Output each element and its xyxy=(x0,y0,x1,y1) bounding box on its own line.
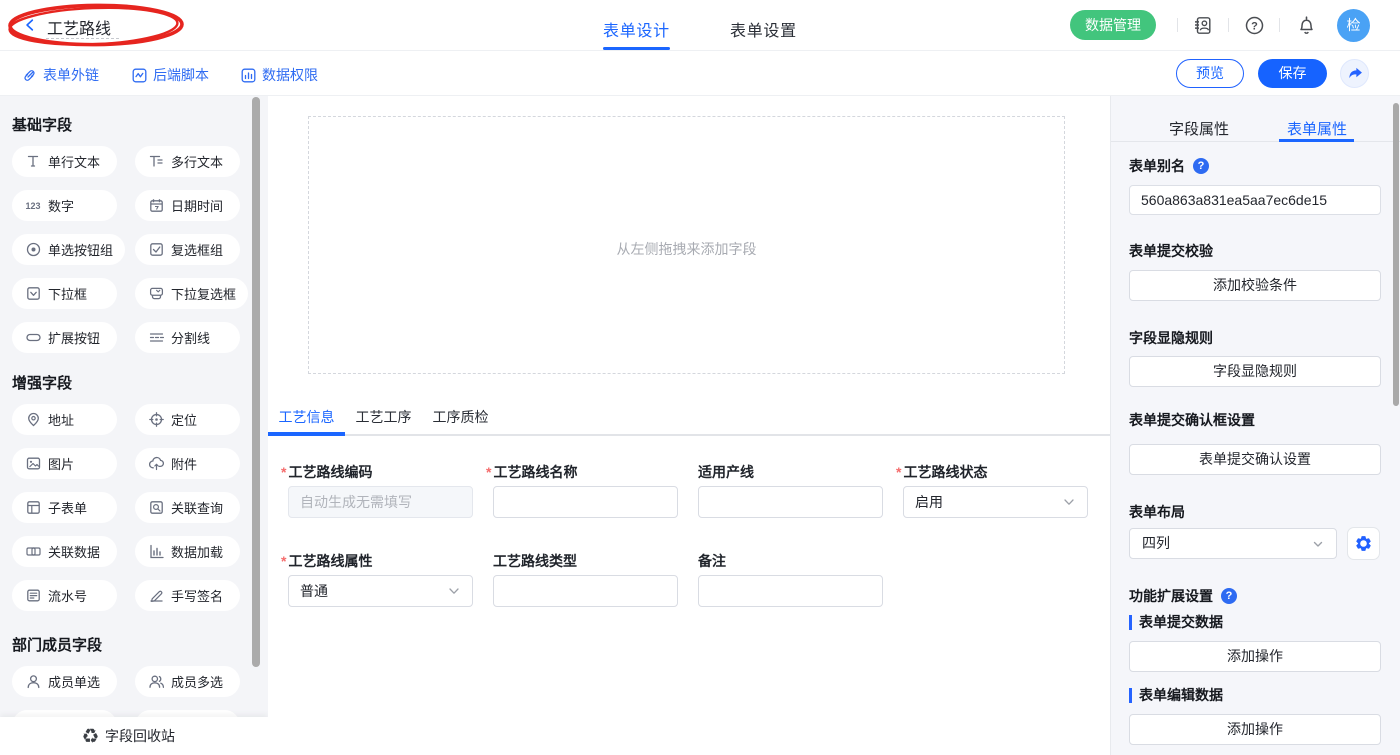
svg-text:123: 123 xyxy=(26,201,41,211)
svg-text:?: ? xyxy=(1251,20,1258,32)
